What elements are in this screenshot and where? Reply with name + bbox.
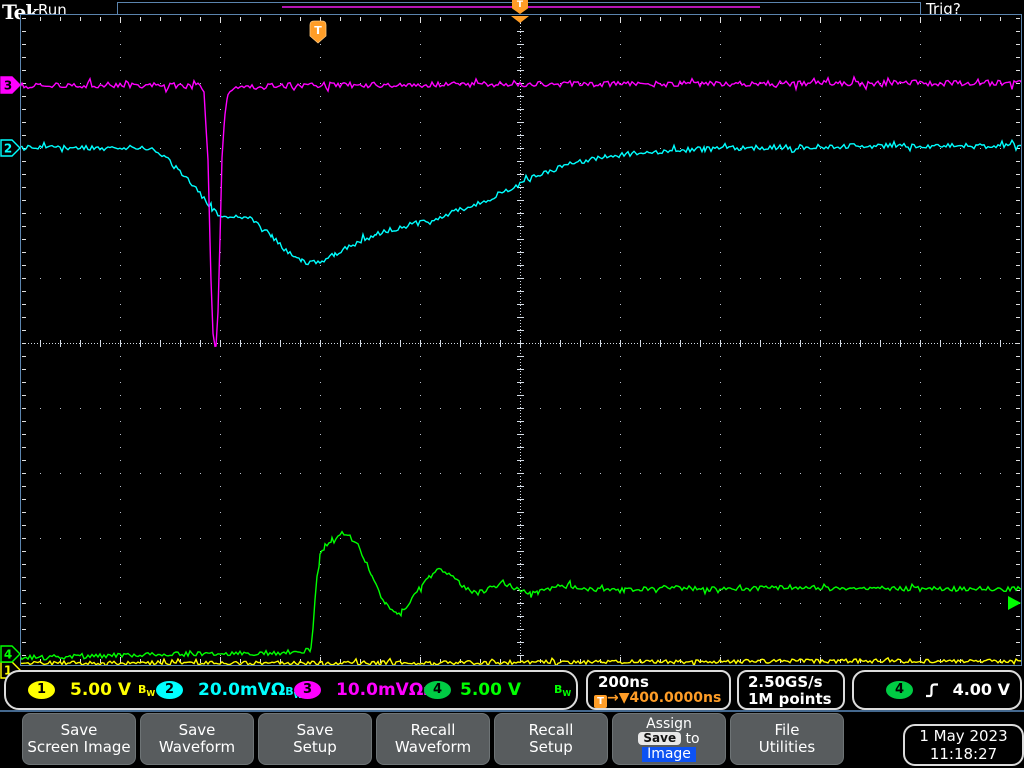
ch1-bandwidth-icon: BW <box>138 683 156 699</box>
ch1-badge: 1 <box>28 681 55 699</box>
save-badge: Save <box>638 731 682 745</box>
ohm-symbol: Ω <box>270 680 286 700</box>
ohm-symbol: Ω <box>408 680 424 700</box>
sample-rate: 2.50GS/s <box>748 673 823 691</box>
timebase-scale: 200ns <box>598 673 649 691</box>
datetime-display: 1 May 2023 11:18:27 <box>903 724 1024 766</box>
ch1-scale: 5.00 V <box>70 680 132 700</box>
trigger-readout: 4 4.00 V <box>852 670 1022 710</box>
save-setup-button[interactable]: Save Setup <box>258 713 372 765</box>
acquisition-readout: 2.50GS/s 1M points <box>737 670 845 710</box>
assign-target-highlight: Image <box>642 746 696 762</box>
trigger-delay-readout: T →▼400.0000ns <box>594 690 721 708</box>
svg-text:2: 2 <box>4 142 12 156</box>
trigger-source-badge: 4 <box>886 681 913 699</box>
record-length: 1M points <box>748 690 832 708</box>
ch2-scale: 20.0mVΩBW <box>198 680 303 700</box>
horizontal-readout: 200ns T →▼400.0000ns <box>586 670 731 710</box>
graticule <box>20 14 1022 666</box>
trigger-t-icon: T <box>594 695 607 708</box>
oscilloscope-screen: Tek Run T Trig? 1234T 1 5.00 V BW 2 20.0… <box>0 0 1024 768</box>
recall-waveform-button[interactable]: Recall Waveform <box>376 713 490 765</box>
menu-separator <box>0 710 1024 712</box>
channel-readout-bar: 1 5.00 V BW 2 20.0mVΩBW 3 10.0mVΩBW 4 5.… <box>4 670 578 710</box>
ch4-scale: 5.00 V <box>460 680 522 700</box>
svg-text:3: 3 <box>4 79 12 93</box>
file-utilities-button[interactable]: File Utilities <box>730 713 844 765</box>
save-screen-image-button[interactable]: Save Screen Image <box>22 713 136 765</box>
rising-edge-icon <box>926 683 938 698</box>
ch3-badge: 3 <box>294 681 321 699</box>
assign-save-button[interactable]: Assign Save to Image <box>612 713 726 765</box>
svg-text:4: 4 <box>4 648 12 662</box>
ch4-bandwidth-icon: BW <box>554 683 572 699</box>
trigger-level: 4.00 V <box>952 680 1010 699</box>
save-waveform-button[interactable]: Save Waveform <box>140 713 254 765</box>
ch4-badge: 4 <box>424 681 451 699</box>
ch2-badge: 2 <box>156 681 183 699</box>
date: 1 May 2023 <box>919 727 1008 745</box>
time: 11:18:27 <box>929 745 998 763</box>
recall-setup-button[interactable]: Recall Setup <box>494 713 608 765</box>
